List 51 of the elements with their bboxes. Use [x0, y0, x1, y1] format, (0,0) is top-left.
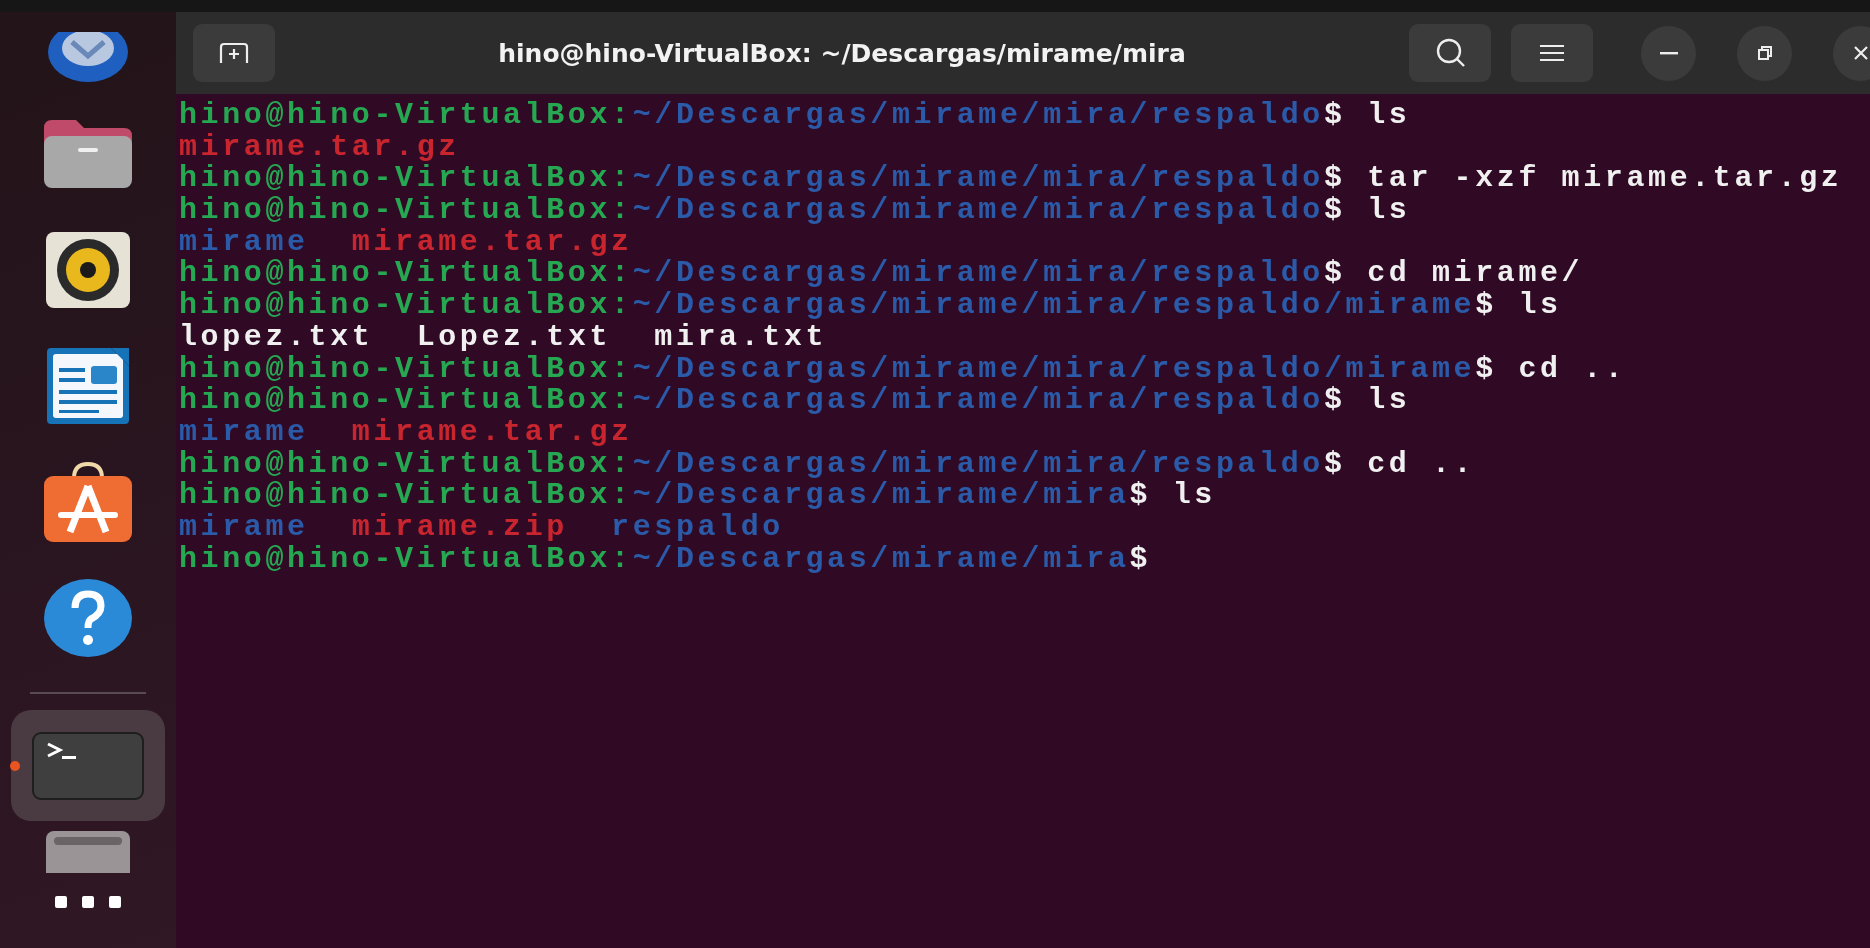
new-tab-icon [218, 42, 250, 64]
command-text: ls [1171, 478, 1216, 513]
command-text: ls [1517, 288, 1562, 323]
prompt-user: hino@hino-VirtualBox: [179, 541, 633, 576]
command-text: ls [1366, 383, 1411, 418]
prompt-path: ~/Descargas/mirame/mira/respaldo/mirame [632, 351, 1476, 386]
command-text: ls [1366, 98, 1411, 132]
restore-icon [1756, 45, 1773, 61]
prompt-user: hino@hino-VirtualBox: [179, 98, 633, 132]
speaker-icon[interactable] [44, 230, 132, 310]
prompt-symbol: $ [1129, 541, 1152, 576]
prompt-symbol: $ [1323, 98, 1346, 132]
folder-icon[interactable] [42, 118, 134, 190]
new-tab-button[interactable] [193, 24, 275, 82]
prompt-path: ~/Descargas/mirame/mira/respaldo [632, 98, 1324, 132]
document-icon[interactable] [45, 346, 131, 426]
minimize-icon [1659, 51, 1678, 55]
file-name: mirame.tar.gz [179, 129, 460, 164]
command-text: tar -xzf mirame.tar.gz [1366, 161, 1843, 196]
drive-icon[interactable] [44, 829, 132, 873]
search-button[interactable] [1409, 24, 1491, 82]
prompt-path: ~/Descargas/mirame/mira/respaldo [632, 446, 1324, 481]
prompt-path: ~/Descargas/mirame/mira/respaldo [632, 193, 1324, 228]
prompt-symbol: $ [1323, 256, 1346, 291]
prompt-path: ~/Descargas/mirame/mira/respaldo [632, 161, 1324, 196]
prompt-symbol: $ [1323, 446, 1346, 481]
prompt-user: hino@hino-VirtualBox: [179, 256, 633, 291]
prompt-path: ~/Descargas/mirame/mira/respaldo [632, 256, 1324, 291]
command-text: cd .. [1366, 446, 1476, 481]
prompt-user: hino@hino-VirtualBox: [179, 446, 633, 481]
prompt-symbol: $ [1475, 288, 1497, 323]
prompt-path: ~/Descargas/mirame/mira/respaldo [632, 383, 1324, 418]
search-icon [1434, 38, 1466, 68]
prompt-symbol: $ [1475, 351, 1497, 386]
menu-button[interactable] [1511, 24, 1593, 82]
shopping-bag-icon[interactable] [42, 460, 134, 544]
command-text: ls [1366, 193, 1411, 228]
menu-icon [1540, 44, 1564, 62]
prompt-symbol: $ [1323, 161, 1346, 196]
prompt-user: hino@hino-VirtualBox: [179, 161, 633, 196]
window-title: hino@hino-VirtualBox: ~/Descargas/mirame/mira [497, 38, 1187, 68]
prompt-path: ~/Descargas/mirame/mira [632, 541, 1130, 576]
prompt-symbol: $ [1323, 383, 1346, 418]
command-text: cd mirame/ [1366, 256, 1584, 291]
command-text: cd .. [1517, 351, 1627, 386]
prompt-symbol: $ [1129, 478, 1152, 513]
app-grid-icon[interactable] [55, 896, 121, 908]
help-icon[interactable] [43, 578, 133, 658]
close-icon [1852, 45, 1869, 61]
prompt-symbol: $ [1323, 193, 1346, 228]
prompt-user: hino@hino-VirtualBox: [179, 351, 633, 386]
